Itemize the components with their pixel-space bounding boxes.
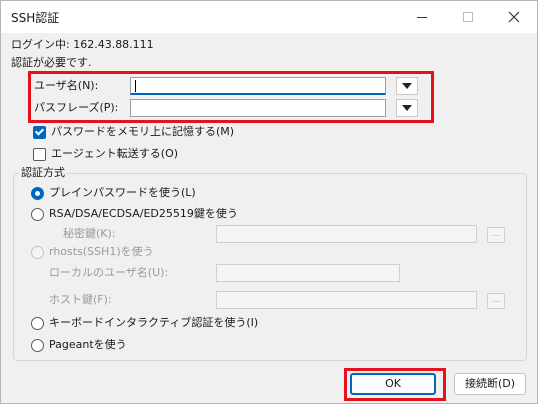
disconnect-button[interactable]: 接続断(D) [454, 373, 526, 395]
window-title: SSH認証 [11, 11, 60, 25]
plain-password-label[interactable]: プレインパスワードを使う(L) [49, 186, 196, 200]
radio-rhosts [31, 246, 44, 259]
maximize-icon [463, 12, 473, 22]
host-key-label: ホスト鍵(F): [49, 293, 112, 306]
passphrase-input[interactable] [130, 99, 386, 117]
text-caret [135, 80, 136, 92]
radio-rsa-key[interactable] [31, 208, 44, 221]
username-input[interactable] [130, 77, 386, 95]
local-user-input [216, 264, 400, 282]
remember-password-label[interactable]: パスワードをメモリ上に記憶する(M) [51, 125, 234, 139]
radio-pageant[interactable] [31, 339, 44, 352]
ok-button[interactable]: OK [350, 373, 436, 395]
agent-forward-checkbox[interactable] [33, 148, 46, 161]
agent-forward-label[interactable]: エージェント転送する(O) [51, 147, 178, 161]
chevron-down-icon [402, 105, 412, 111]
username-label: ユーザ名(N): [34, 79, 99, 92]
close-button[interactable] [491, 1, 537, 33]
pageant-label[interactable]: Pageantを使う [49, 338, 127, 352]
ssh-auth-dialog: SSH認証 ログイン中: 162.43.88.111 認証が必要です. ユーザ名… [0, 0, 538, 404]
passphrase-label: パスフレーズ(P): [34, 101, 119, 114]
checkmark-icon [34, 126, 45, 136]
host-key-browse-button: ... [487, 293, 505, 309]
host-key-input [216, 291, 477, 309]
remember-password-checkbox[interactable] [33, 126, 46, 139]
minimize-icon [417, 16, 427, 18]
minimize-button[interactable] [399, 1, 445, 33]
username-dropdown-button[interactable] [396, 77, 418, 95]
passphrase-dropdown-button[interactable] [396, 99, 418, 117]
login-status: ログイン中: 162.43.88.111 [11, 38, 154, 51]
auth-required-text: 認証が必要です. [11, 56, 92, 69]
keyboard-interactive-label[interactable]: キーボードインタラクティブ認証を使う(I) [49, 316, 258, 330]
rsa-key-label[interactable]: RSA/DSA/ECDSA/ED25519鍵を使う [49, 207, 238, 221]
auth-method-group-label: 認証方式 [19, 166, 67, 180]
local-user-label: ローカルのユーザ名(U): [49, 266, 169, 279]
private-key-input [216, 225, 477, 243]
private-key-label: 秘密鍵(K): [63, 227, 116, 240]
rhosts-label: rhosts(SSH1)を使う [49, 245, 154, 258]
radio-plain-password[interactable] [31, 187, 44, 200]
maximize-button [445, 1, 491, 33]
private-key-browse-button: ... [487, 227, 505, 243]
radio-keyboard-interactive[interactable] [31, 317, 44, 330]
close-icon [508, 11, 520, 23]
chevron-down-icon [402, 83, 412, 89]
title-bar: SSH認証 [1, 1, 537, 33]
